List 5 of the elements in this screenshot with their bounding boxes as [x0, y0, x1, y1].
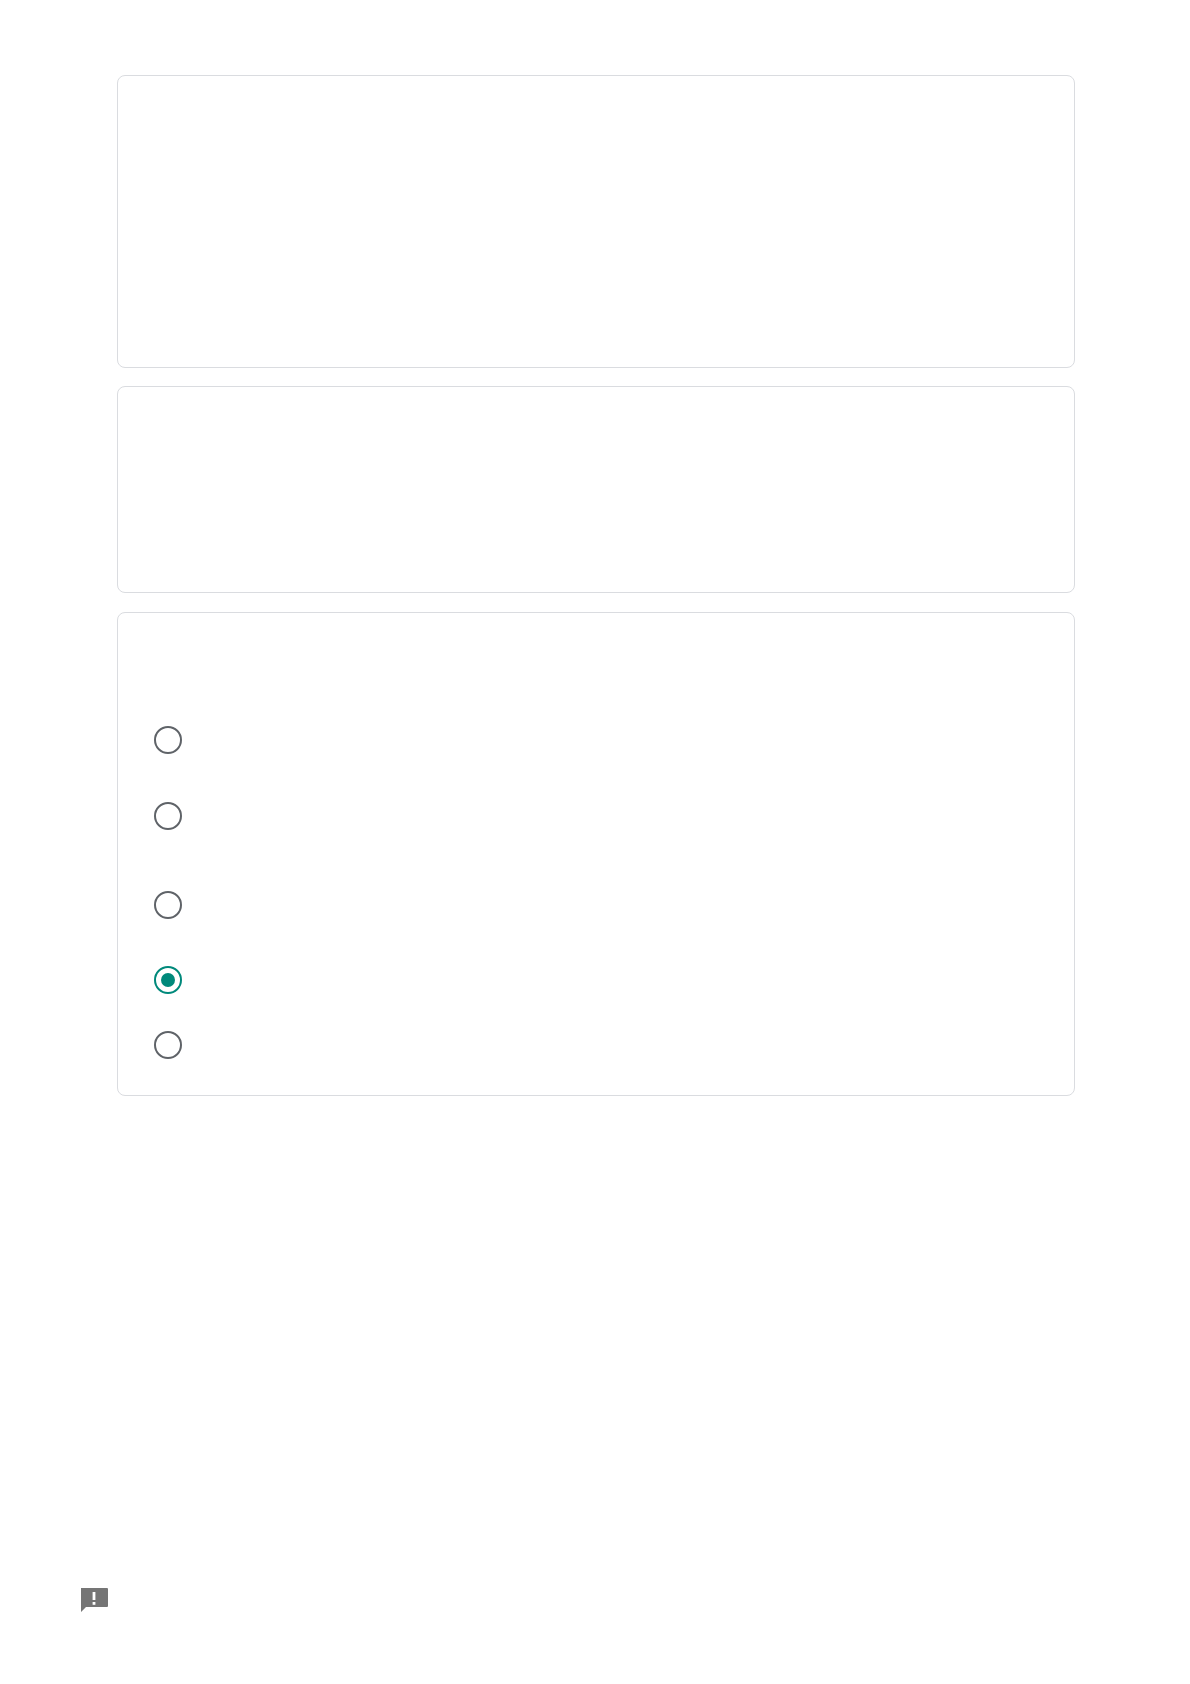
- radio-button[interactable]: [154, 726, 182, 754]
- radio-button[interactable]: [154, 891, 182, 919]
- radio-button[interactable]: [154, 1031, 182, 1059]
- radio-button[interactable]: [154, 966, 182, 994]
- radio-button[interactable]: [154, 802, 182, 830]
